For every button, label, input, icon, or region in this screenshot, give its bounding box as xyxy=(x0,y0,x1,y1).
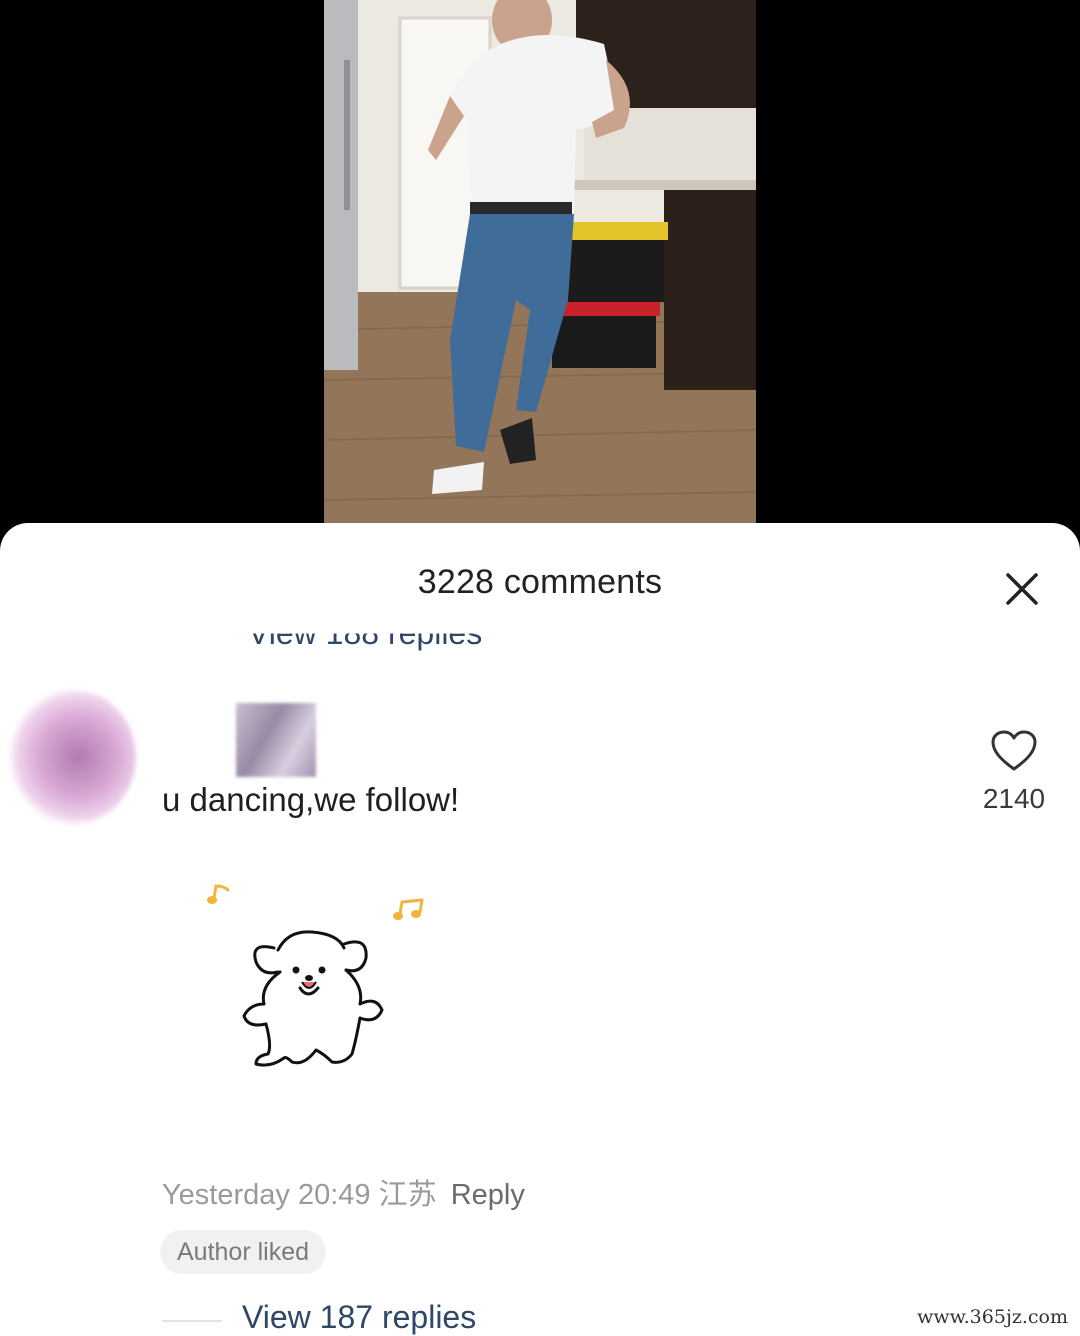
replies-divider xyxy=(162,1320,222,1322)
reply-button[interactable]: Reply xyxy=(451,1179,525,1211)
like-button[interactable] xyxy=(990,729,1038,773)
heart-outline-icon xyxy=(991,730,1037,771)
comment-meta: Yesterday 20:49 江苏 Reply xyxy=(162,1171,525,1213)
view-replies-link[interactable]: View 187 replies xyxy=(242,1299,476,1336)
comment-text: u dancing,we follow! xyxy=(162,781,460,818)
close-button[interactable] xyxy=(994,561,1050,617)
previous-view-replies-link[interactable]: View 188 replies xyxy=(248,634,482,653)
comments-count-title: 3228 comments xyxy=(417,563,663,601)
comment-timestamp: Yesterday 20:49 xyxy=(162,1179,371,1211)
username-redacted[interactable] xyxy=(236,703,316,777)
author-liked-badge: Author liked xyxy=(160,1230,327,1274)
close-icon xyxy=(1006,573,1038,605)
like-count: 2140 xyxy=(982,783,1046,814)
comments-sheet: 3228 comments View 188 replies u dancing… xyxy=(0,523,1080,1336)
music-note-icon xyxy=(207,884,230,904)
video-frame[interactable] xyxy=(324,0,756,540)
comment-location: 江苏 xyxy=(378,1179,437,1211)
video-player[interactable] xyxy=(0,0,1080,540)
dancing-dog-sticker xyxy=(200,878,440,1098)
double-music-note-icon xyxy=(393,898,424,920)
dog-doodle xyxy=(242,930,384,1067)
avatar[interactable] xyxy=(8,689,136,825)
video-scene-illustration xyxy=(324,0,756,540)
watermark: www.365jz.com xyxy=(917,1306,1068,1328)
